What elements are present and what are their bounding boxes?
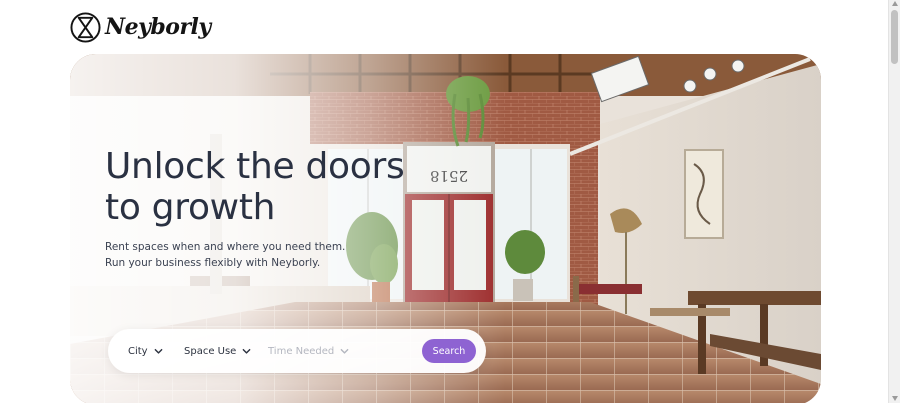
time-needed-dropdown[interactable]: Time Needed: [268, 346, 414, 357]
hero-section: 2518: [70, 54, 821, 403]
space-use-dropdown[interactable]: Space Use: [184, 346, 268, 357]
hero-headline: Unlock the doors to growth: [105, 146, 425, 228]
brand-name: Neyborly: [105, 14, 211, 40]
hourglass-logo-icon: [70, 11, 101, 43]
brand-logo[interactable]: Neyborly: [70, 11, 211, 43]
search-bar: City Space Use Time Needed Search: [108, 329, 486, 373]
scroll-down-arrow-icon[interactable]: [891, 396, 898, 401]
city-dropdown-label: City: [128, 345, 148, 357]
hero-subtext-line-2: Run your business flexibly with Neyborly…: [105, 257, 321, 269]
scroll-up-arrow-icon[interactable]: [891, 1, 898, 6]
hero-headline-line-1: Unlock the doors: [105, 146, 405, 187]
chevron-down-icon: [340, 348, 349, 354]
chevron-down-icon: [242, 348, 251, 354]
city-dropdown[interactable]: City: [128, 346, 184, 357]
page-scrollbar[interactable]: [888, 0, 900, 403]
time-needed-dropdown-label: Time Needed: [268, 345, 335, 357]
search-button[interactable]: Search: [422, 339, 476, 363]
hero-subtext-line-1: Rent spaces when and where you need them…: [105, 241, 346, 253]
chevron-down-icon: [154, 348, 162, 354]
space-use-dropdown-label: Space Use: [184, 345, 237, 357]
hero-headline-line-2: to growth: [105, 187, 276, 228]
hero-subtext: Rent spaces when and where you need them…: [105, 239, 405, 271]
scrollbar-thumb[interactable]: [891, 10, 898, 64]
